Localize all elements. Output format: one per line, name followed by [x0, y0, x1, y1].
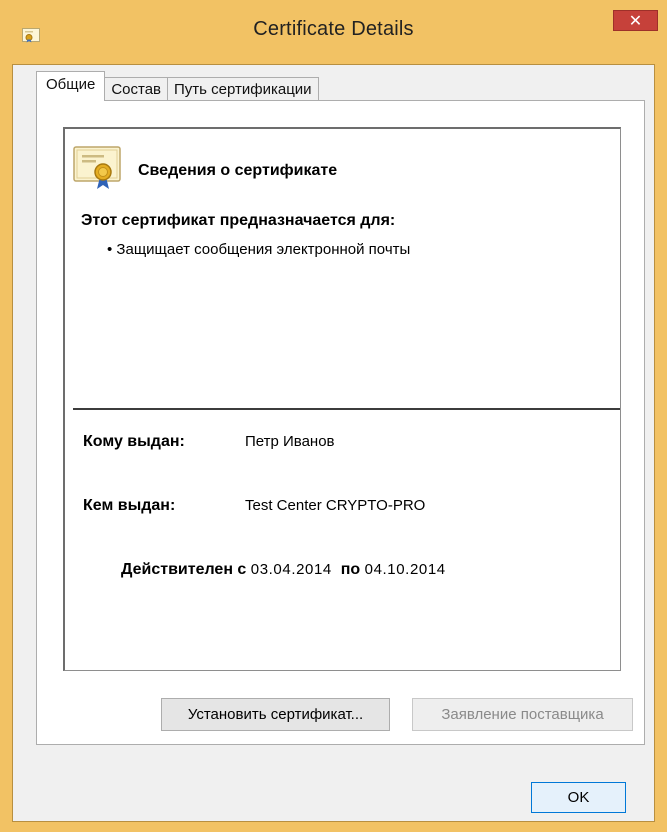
valid-from-value: 03.04.2014 — [250, 561, 332, 578]
issued-by-value: Test Center CRYPTO-PRO — [245, 497, 426, 514]
dialog-client-area: Общие Состав Путь сертификации Сведения … — [12, 64, 655, 822]
general-tab-page: Сведения о сертификате Этот сертификат п… — [36, 100, 645, 745]
tab-strip: Общие Состав Путь сертификации — [36, 71, 319, 101]
certificate-details-window: Certificate Details ✕ Общие Состав Путь … — [0, 0, 667, 832]
close-button[interactable]: ✕ — [613, 10, 658, 31]
valid-to-value: 04.10.2014 — [364, 561, 446, 578]
separator — [73, 408, 620, 410]
install-certificate-button[interactable]: Установить сертификат... — [161, 698, 390, 731]
tab-general[interactable]: Общие — [36, 71, 106, 101]
certificate-icon — [73, 146, 123, 190]
validity-line: Действителен с 03.04.2014 по 04.10.2014 — [121, 561, 446, 579]
valid-to-label: по — [340, 561, 361, 578]
issuer-statement-button[interactable]: Заявление поставщика — [412, 698, 633, 731]
close-icon: ✕ — [628, 12, 643, 30]
title-bar[interactable]: Certificate Details ✕ — [0, 0, 667, 66]
valid-from-label: Действителен с — [121, 561, 247, 578]
tab-details[interactable]: Состав — [104, 77, 169, 101]
window-title: Certificate Details — [253, 18, 414, 40]
certificate-info-header: Сведения о сертификате — [138, 162, 338, 179]
issued-by-label: Кем выдан: — [83, 497, 176, 514]
purpose-item: • Защищает сообщения электронной почты — [107, 241, 411, 258]
purpose-title: Этот сертификат предназначается для: — [81, 212, 396, 229]
issued-to-label: Кому выдан: — [83, 433, 185, 450]
certificate-info-box: Сведения о сертификате Этот сертификат п… — [63, 127, 621, 671]
issued-to-value: Петр Иванов — [245, 433, 335, 450]
ok-button[interactable]: OK — [531, 782, 626, 813]
tab-certification-path[interactable]: Путь сертификации — [167, 77, 319, 101]
